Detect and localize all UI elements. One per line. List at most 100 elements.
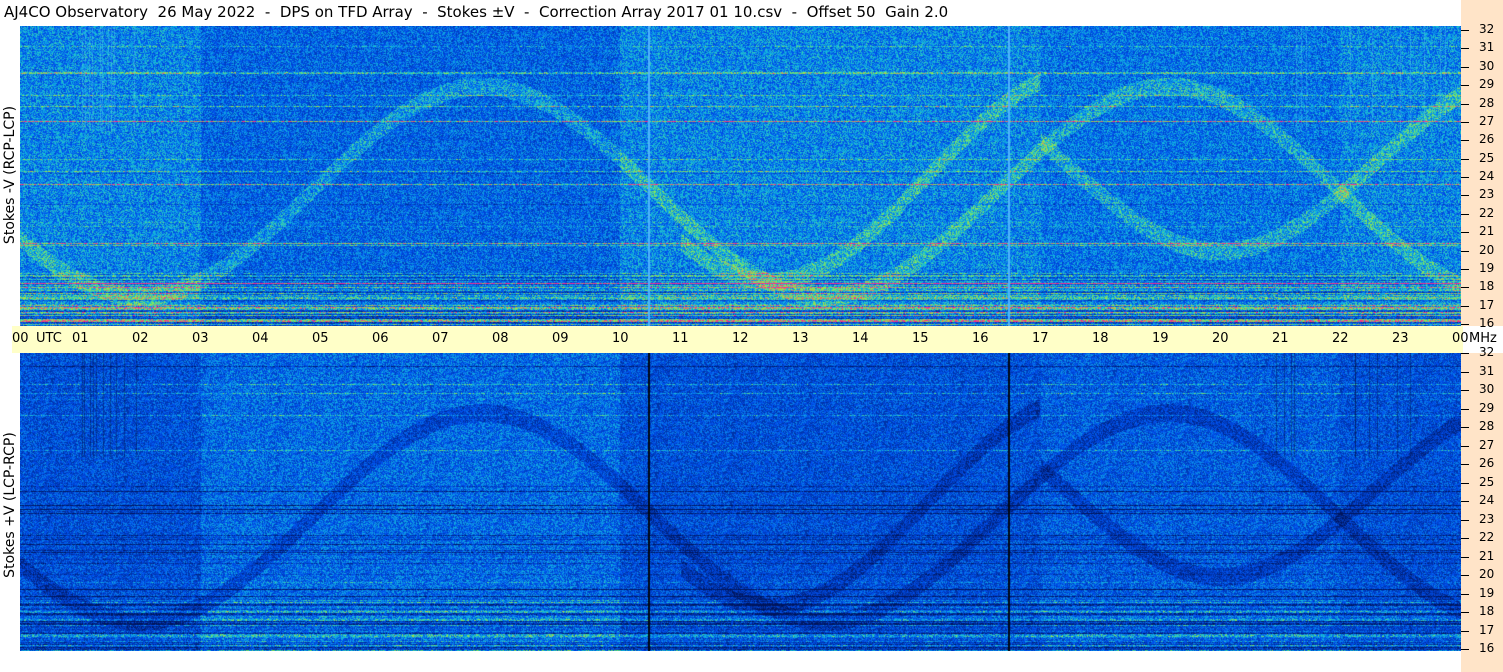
frequency-label: 31 [1479,364,1495,378]
time-label: 14 [852,331,869,346]
time-label: 06 [372,331,389,346]
time-label: 20 [1212,331,1229,346]
frequency-label: 28 [1479,96,1495,110]
time-label-start: 00 [12,331,29,346]
frequency-label: 29 [1479,401,1495,415]
frequency-label: 25 [1479,151,1495,165]
frequency-axis-bottom: 32 31 30 29 28 27 26 25 24 23 22 21 20 19 18 17 16 [1461,345,1503,672]
frequency-tick [1461,409,1469,410]
frequency-tick [1461,427,1469,428]
frequency-label: 21 [1479,549,1495,563]
time-label: 21 [1272,331,1289,346]
frequency-label: 27 [1479,438,1495,452]
stokes-plus-v-spectrogram [20,353,1461,651]
frequency-tick [1461,48,1469,49]
frequency-label: 31 [1479,40,1495,54]
frequency-label: 26 [1479,132,1495,146]
frequency-label: 20 [1479,243,1495,257]
frequency-label: 19 [1479,261,1495,275]
bottom-panel-label: Stokes +V (LCP-RCP) [2,432,18,578]
frequency-label: 24 [1479,493,1495,507]
frequency-label: 17 [1479,298,1495,312]
time-label: 18 [1092,331,1109,346]
frequency-tick [1461,306,1469,307]
frequency-label: 26 [1479,456,1495,470]
frequency-label: 20 [1479,567,1495,581]
time-label: 16 [972,331,989,346]
frequency-tick [1461,520,1469,521]
frequency-axis-top: 32 31 30 29 28 27 26 25 24 23 22 21 20 19 18 17 16 [1461,0,1503,330]
time-label: 13 [792,331,809,346]
frequency-tick [1461,30,1469,31]
time-label: 01 [72,331,89,346]
frequency-label: 24 [1479,169,1495,183]
frequency-tick [1461,464,1469,465]
frequency-label: 32 [1479,22,1495,36]
frequency-label: 28 [1479,419,1495,433]
spectrogram-title: AJ4CO Observatory 26 May 2022 - DPS on T… [4,3,949,21]
frequency-tick [1461,612,1469,613]
time-label: 22 [1332,331,1349,346]
stokes-minus-v-spectrogram [20,26,1461,326]
time-label: 10 [612,331,629,346]
frequency-tick [1461,649,1469,650]
time-label: 15 [912,331,929,346]
frequency-label: 23 [1479,187,1495,201]
frequency-unit-label: MHz [1469,331,1497,346]
frequency-tick [1461,390,1469,391]
frequency-label: 30 [1479,382,1495,396]
frequency-tick [1461,538,1469,539]
frequency-label: 32 [1479,345,1495,359]
frequency-label: 18 [1479,604,1495,618]
frequency-tick [1461,67,1469,68]
frequency-tick [1461,269,1469,270]
frequency-label: 16 [1479,316,1495,330]
frequency-label: 18 [1479,279,1495,293]
frequency-label: 17 [1479,623,1495,637]
frequency-tick [1461,195,1469,196]
frequency-label: 22 [1479,530,1495,544]
frequency-label: 25 [1479,475,1495,489]
frequency-tick [1461,140,1469,141]
time-unit-label: UTC [36,331,62,346]
frequency-tick [1461,104,1469,105]
frequency-tick [1461,324,1469,325]
frequency-tick [1461,446,1469,447]
frequency-tick [1461,631,1469,632]
frequency-tick [1461,251,1469,252]
frequency-label: 30 [1479,59,1495,73]
time-label: 04 [252,331,269,346]
time-axis: 00 UTC 01 02 03 04 05 06 07 08 09 10 11 12 13 14 15 16 17 1… [12,326,1497,353]
frequency-tick [1461,594,1469,595]
frequency-label: 29 [1479,77,1495,91]
frequency-label: 27 [1479,114,1495,128]
time-label: 17 [1032,331,1049,346]
frequency-tick [1461,159,1469,160]
frequency-tick [1461,177,1469,178]
frequency-tick [1461,575,1469,576]
frequency-tick [1461,557,1469,558]
frequency-tick [1461,232,1469,233]
frequency-tick [1461,353,1469,354]
frequency-tick [1461,372,1469,373]
time-label: 05 [312,331,329,346]
time-label: 12 [732,331,749,346]
frequency-label: 21 [1479,224,1495,238]
top-panel-label: Stokes -V (RCP-LCP) [2,105,18,245]
time-label: 02 [132,331,149,346]
frequency-label: 22 [1479,206,1495,220]
frequency-tick [1461,483,1469,484]
frequency-label: 23 [1479,512,1495,526]
frequency-tick [1461,501,1469,502]
frequency-tick [1461,85,1469,86]
time-label: 07 [432,331,449,346]
frequency-tick [1461,287,1469,288]
time-label: 23 [1392,331,1409,346]
time-label: 09 [552,331,569,346]
time-label: 11 [672,331,689,346]
frequency-tick [1461,214,1469,215]
frequency-label: 19 [1479,586,1495,600]
time-label: 08 [492,331,509,346]
frequency-tick [1461,122,1469,123]
time-label: 19 [1152,331,1169,346]
